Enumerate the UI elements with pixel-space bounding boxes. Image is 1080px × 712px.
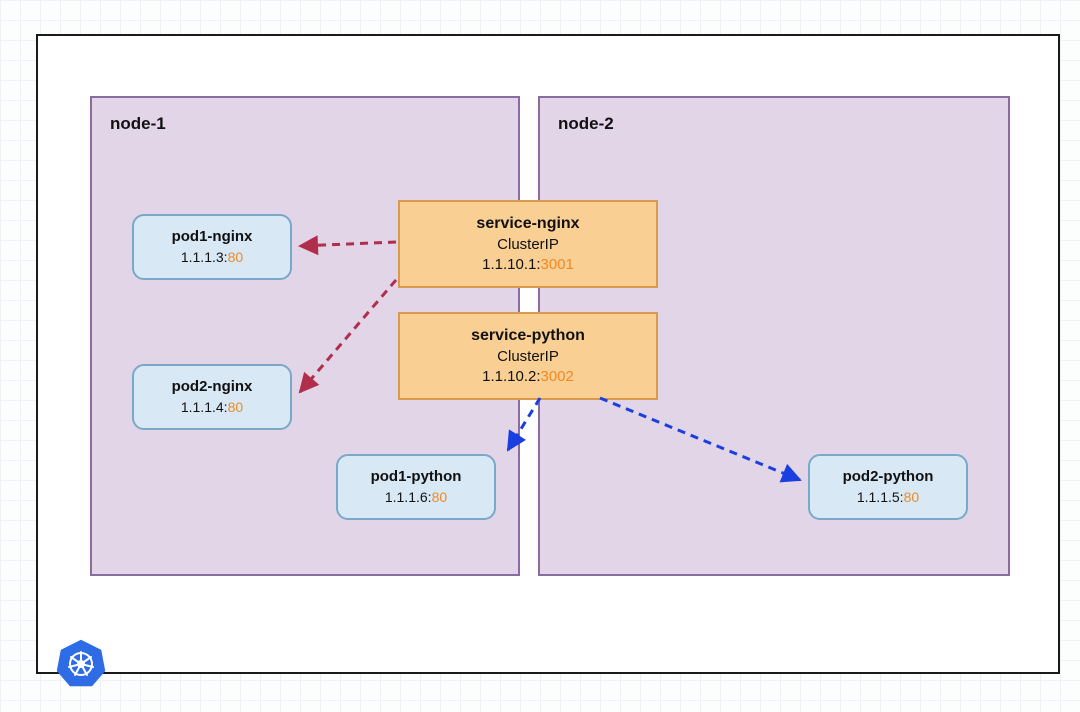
diagram-frame: node-1 node-2 pod1-nginx 1.1.1.3:80 pod2… xyxy=(36,34,1060,674)
pod-label: pod1-nginx xyxy=(172,227,253,247)
pod-address: 1.1.1.5:80 xyxy=(857,488,919,507)
pod-label: pod1-python xyxy=(371,467,462,487)
kubernetes-logo-icon xyxy=(56,638,106,688)
pod1-python-box: pod1-python 1.1.1.6:80 xyxy=(336,454,496,520)
pod1-nginx-box: pod1-nginx 1.1.1.3:80 xyxy=(132,214,292,280)
pod-address: 1.1.1.6:80 xyxy=(385,488,447,507)
pod-label: pod2-python xyxy=(843,467,934,487)
pod2-python-box: pod2-python 1.1.1.5:80 xyxy=(808,454,968,520)
pod-address: 1.1.1.4:80 xyxy=(181,398,243,417)
service-type: ClusterIP xyxy=(497,347,559,367)
pod-address: 1.1.1.3:80 xyxy=(181,248,243,267)
service-nginx-box: service-nginx ClusterIP 1.1.10.1:3001 xyxy=(398,200,658,288)
service-label: service-nginx xyxy=(476,213,579,235)
service-address: 1.1.10.1:3001 xyxy=(482,255,574,275)
service-python-box: service-python ClusterIP 1.1.10.2:3002 xyxy=(398,312,658,400)
node-1-title: node-1 xyxy=(110,114,166,134)
service-address: 1.1.10.2:3002 xyxy=(482,367,574,387)
node-2-title: node-2 xyxy=(558,114,614,134)
service-label: service-python xyxy=(471,325,585,347)
pod2-nginx-box: pod2-nginx 1.1.1.4:80 xyxy=(132,364,292,430)
pod-label: pod2-nginx xyxy=(172,377,253,397)
service-type: ClusterIP xyxy=(497,235,559,255)
